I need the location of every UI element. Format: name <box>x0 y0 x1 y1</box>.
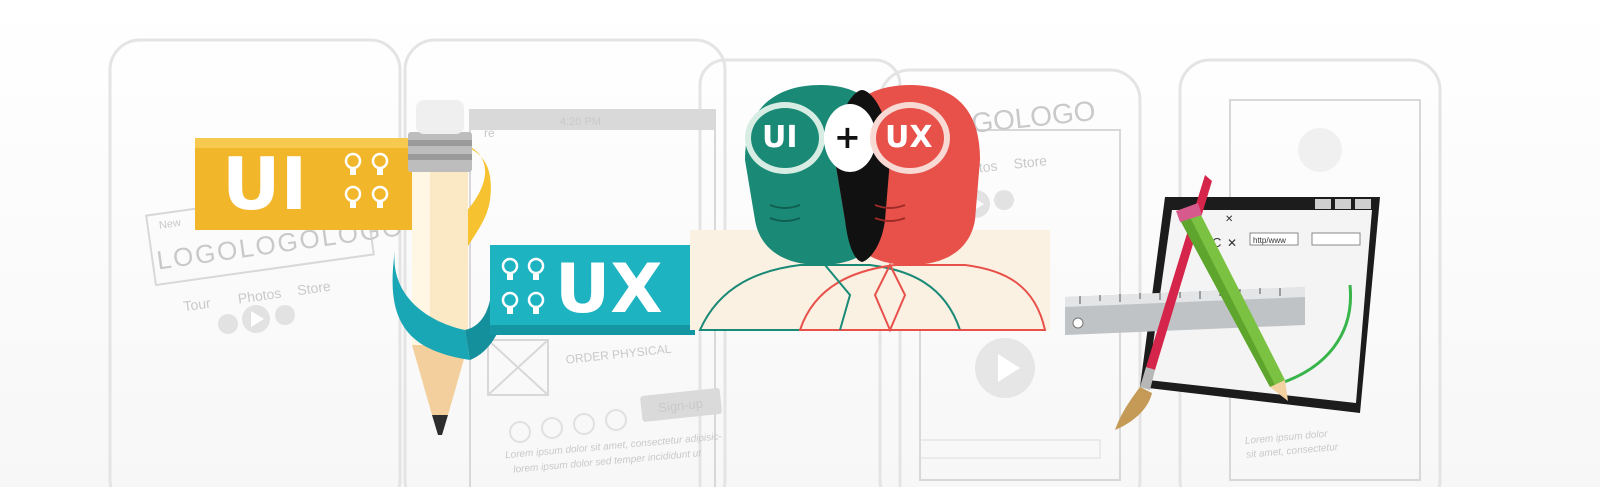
url-field-text: http/www <box>1253 236 1286 245</box>
bg-new-label: New <box>158 217 182 232</box>
design-tools-graphic: http/www C ✕ ✕ <box>1060 175 1400 435</box>
plus-sign: + <box>834 118 861 156</box>
pencil-ferrule <box>408 132 472 172</box>
tab-close-icon: ✕ <box>1225 214 1233 225</box>
search-field <box>1311 232 1361 246</box>
ui-plus-ux-heads: UI + UX <box>690 80 1060 340</box>
left-brain-label: UI <box>762 120 798 155</box>
window-close-icon <box>1355 199 1371 209</box>
right-brain-label: UX <box>885 120 933 155</box>
ui-ribbon-label: UI <box>222 142 308 226</box>
x-icon: ✕ <box>1227 236 1237 250</box>
pencil-eraser <box>416 100 464 134</box>
banner: 4:20 PM re LOGOLOGOLOGO Tour Photos Stor… <box>0 0 1600 487</box>
minimize-icon <box>1315 199 1331 209</box>
maximize-icon <box>1335 199 1351 209</box>
ux-ribbon-label: UX <box>555 250 663 329</box>
ui-ux-ribbon-graphic: UI UX <box>190 90 710 440</box>
